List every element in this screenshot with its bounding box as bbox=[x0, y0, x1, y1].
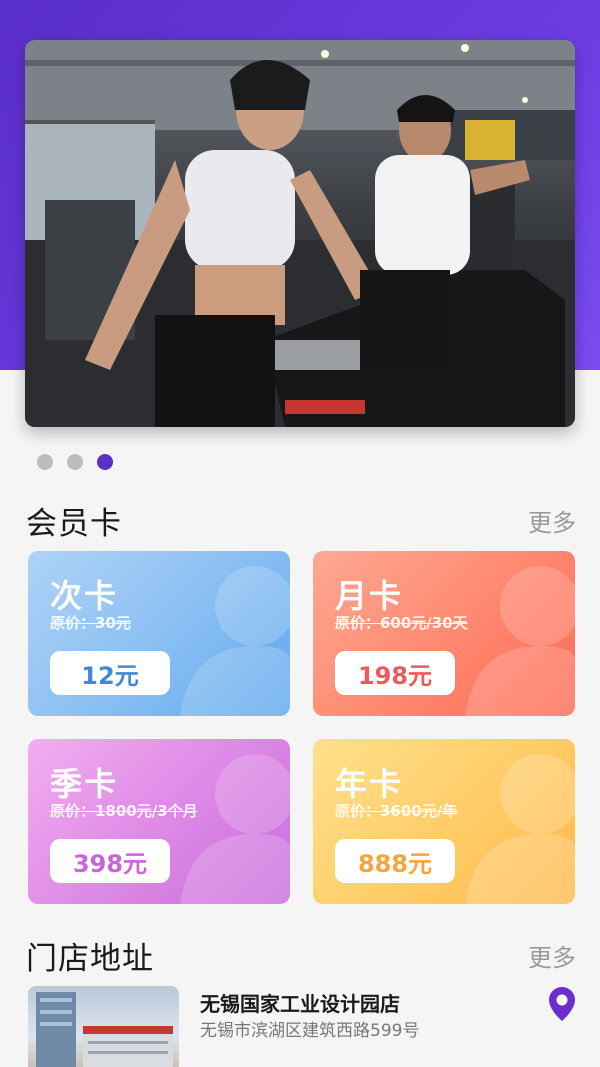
membership-card-quarterly[interactable]: 季卡 原价：1800元/3个月 398元 bbox=[28, 739, 290, 904]
card-name: 次卡 bbox=[50, 577, 119, 615]
card-price[interactable]: 398元 bbox=[50, 839, 170, 883]
location-pin-icon[interactable] bbox=[548, 986, 576, 1022]
card-name: 年卡 bbox=[335, 765, 404, 803]
card-price[interactable]: 12元 bbox=[50, 651, 170, 695]
person-silhouette-icon bbox=[180, 754, 290, 904]
card-original-price: 原价：600元/30天 bbox=[335, 614, 468, 632]
stores-header: 门店地址 更多 bbox=[26, 933, 576, 978]
section-title: 门店地址 bbox=[26, 941, 154, 977]
card-name: 季卡 bbox=[50, 765, 119, 803]
membership-card-yearly[interactable]: 年卡 原价：3600元/年 888元 bbox=[313, 739, 575, 904]
store-list-item[interactable]: 无锡国家工业设计园店 无锡市滨湖区建筑西路599号 bbox=[28, 986, 578, 1067]
store-name: 无锡国家工业设计园店 bbox=[200, 992, 400, 1016]
card-original-price: 原价：3600元/年 bbox=[335, 802, 458, 820]
membership-card-monthly[interactable]: 月卡 原价：600元/30天 198元 bbox=[313, 551, 575, 716]
more-link[interactable]: 更多 bbox=[528, 503, 576, 538]
carousel-dot-active[interactable] bbox=[97, 454, 113, 470]
membership-header: 会员卡 更多 bbox=[26, 498, 576, 543]
banner-carousel[interactable] bbox=[25, 40, 575, 427]
store-address: 无锡市滨湖区建筑西路599号 bbox=[200, 1021, 420, 1041]
card-price[interactable]: 198元 bbox=[335, 651, 455, 695]
card-original-price: 原价：1800元/3个月 bbox=[50, 802, 198, 820]
person-silhouette-icon bbox=[465, 754, 575, 904]
more-link[interactable]: 更多 bbox=[528, 938, 576, 973]
card-name: 月卡 bbox=[335, 577, 404, 615]
carousel-dots bbox=[37, 454, 113, 470]
gym-photo bbox=[25, 40, 575, 427]
carousel-dot[interactable] bbox=[67, 454, 83, 470]
person-silhouette-icon bbox=[465, 566, 575, 716]
carousel-dot[interactable] bbox=[37, 454, 53, 470]
section-title: 会员卡 bbox=[26, 506, 122, 542]
card-price[interactable]: 888元 bbox=[335, 839, 455, 883]
person-silhouette-icon bbox=[180, 566, 290, 716]
card-original-price: 原价：30元 bbox=[50, 614, 131, 632]
store-photo bbox=[28, 986, 179, 1067]
membership-card-per-visit[interactable]: 次卡 原价：30元 12元 bbox=[28, 551, 290, 716]
